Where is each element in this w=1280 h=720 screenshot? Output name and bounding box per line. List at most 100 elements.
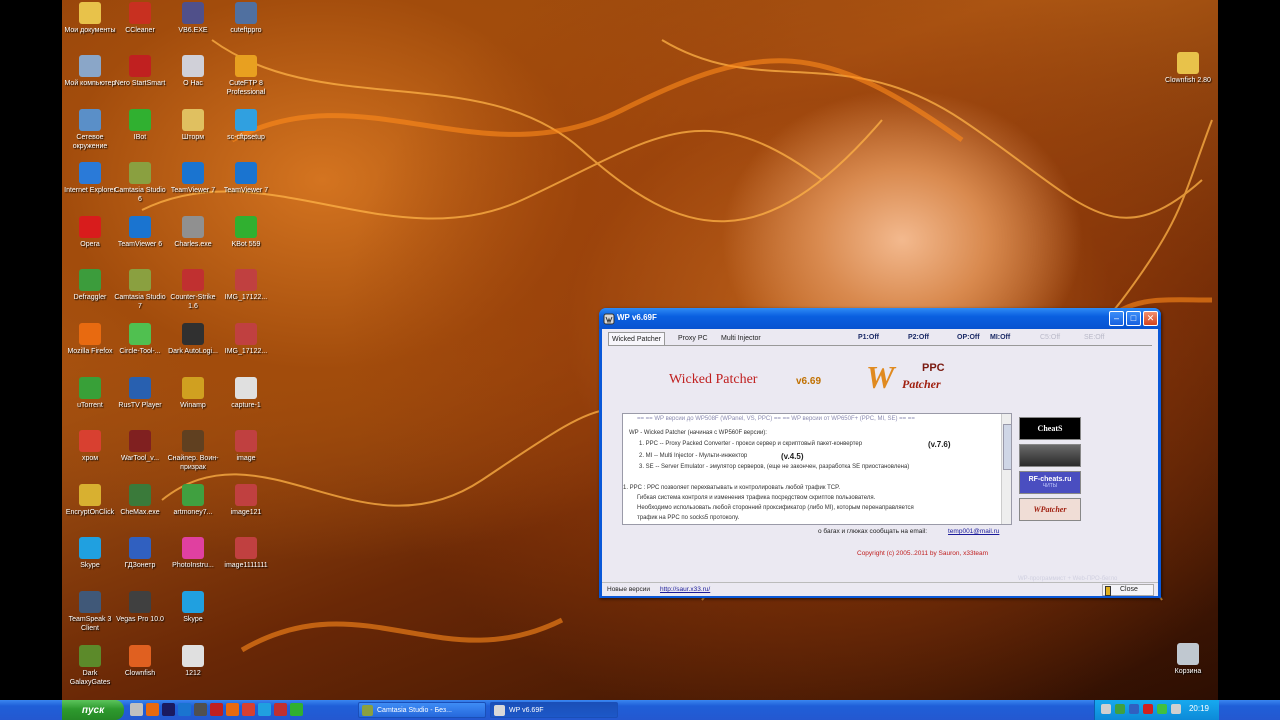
desktop-icon[interactable]: CheMax.exe — [112, 484, 168, 517]
desktop-icon[interactable]: Clownfish 2.80 — [1160, 52, 1216, 85]
desktop-icon[interactable]: Skype — [165, 591, 221, 624]
tab-proxy-pc[interactable]: Proxy PC — [675, 332, 711, 345]
desktop-icon[interactable]: Dark GalaxyGates — [62, 645, 118, 687]
desktop-icon[interactable]: 1212 — [165, 645, 221, 678]
desktop-icon[interactable]: image121 — [218, 484, 274, 517]
desktop-icon[interactable]: хром — [62, 430, 118, 463]
teamspeak-icon — [79, 591, 101, 613]
desktop-icon[interactable]: Dark AutoLogi... — [165, 323, 221, 356]
desktop-icon[interactable]: Mozilla Firefox — [62, 323, 118, 356]
start-button[interactable]: пуск — [62, 700, 124, 720]
skype-icon[interactable] — [258, 703, 271, 716]
scroll-thumb[interactable] — [1003, 424, 1011, 470]
dark-banner[interactable] — [1019, 444, 1081, 467]
firefox-icon[interactable] — [146, 703, 159, 716]
desktop-icon[interactable]: Circle-Tool-... — [112, 323, 168, 356]
tray-icon[interactable] — [1101, 704, 1111, 714]
volume-icon[interactable] — [1171, 704, 1181, 714]
desktop-icon[interactable]: image — [218, 430, 274, 463]
desktop-icon[interactable]: Мой компьютер — [62, 55, 118, 88]
desktop-icon[interactable]: CCleaner — [112, 2, 168, 35]
desktop-icon[interactable]: Internet Explorer — [62, 162, 118, 195]
window-titlebar[interactable]: WP v6.69F – □ ✕ — [599, 308, 1161, 329]
chrome-icon[interactable] — [242, 703, 255, 716]
desktop-icon-label: Opera — [80, 241, 100, 248]
desktop-icon[interactable]: Opera — [62, 216, 118, 249]
tray-icon[interactable] — [1157, 704, 1167, 714]
camtasia-icon — [129, 162, 151, 184]
tray-icon[interactable] — [1129, 704, 1139, 714]
show-desktop-icon[interactable] — [130, 703, 143, 716]
desktop-icon-label: TeamViewer 6 — [117, 241, 163, 248]
wp-ppc-logo: W PPC Patcher — [866, 359, 945, 395]
desktop-icon[interactable]: Мои документы — [62, 2, 118, 35]
tray-icon[interactable] — [1143, 704, 1153, 714]
desktop-icon[interactable]: IMG_17122... — [218, 323, 274, 356]
desktop-icon[interactable]: RusTV Player — [112, 377, 168, 410]
desktop-icon[interactable]: Снайпер. Воин-призрак — [165, 430, 221, 472]
desktop-icon[interactable]: uTorrent — [62, 377, 118, 410]
taskbar-button-wp[interactable]: WP v6.69F — [490, 702, 618, 718]
circle-icon — [129, 323, 151, 345]
vb-icon — [182, 2, 204, 24]
desktop-icon[interactable]: IMG_17122... — [218, 269, 274, 302]
firefox-icon[interactable] — [226, 703, 239, 716]
tab-wicked-patcher[interactable]: Wicked Patcher — [608, 332, 666, 346]
desktop-icon[interactable]: Charles.exe — [165, 216, 221, 249]
desktop-icon[interactable]: Camtasia Studio 7 — [112, 269, 168, 311]
desktop-icon[interactable]: Skype — [62, 537, 118, 570]
desktop-icon[interactable]: sc-cftpsetup — [218, 109, 274, 142]
wp-icon — [494, 705, 505, 716]
cheats-banner[interactable]: CheatS — [1019, 417, 1081, 440]
desktop-icon[interactable]: IBot — [112, 109, 168, 142]
desktop-icon[interactable]: artmoney7... — [165, 484, 221, 517]
new-versions-link[interactable]: http://saur.x33.ru/ — [660, 586, 710, 593]
tray-icon[interactable] — [1115, 704, 1125, 714]
desktop-icon[interactable]: CuteFTP 8 Professional — [218, 55, 274, 97]
desktop-icon[interactable]: WarTool_v... — [112, 430, 168, 463]
desktop-icon[interactable]: capture-1 — [218, 377, 274, 410]
teamviewer-icon[interactable] — [178, 703, 191, 716]
info-textbox[interactable]: == == WP версии до WP508F (WPanel, VS, P… — [622, 413, 1012, 525]
desktop-icon[interactable]: VB6.EXE — [165, 2, 221, 35]
desktop-icon[interactable]: TeamViewer 6 — [112, 216, 168, 249]
desktop-icon[interactable]: Clownfish — [112, 645, 168, 678]
app-icon[interactable] — [162, 703, 175, 716]
desktop-icon[interactable]: TeamViewer 7 — [165, 162, 221, 195]
desktop-icon[interactable]: Сетевое окружение — [62, 109, 118, 151]
desktop-icon[interactable]: TeamViewer 7 — [218, 162, 274, 195]
desktop-icon[interactable]: О Нас — [165, 55, 221, 88]
close-app-button[interactable]: Close — [1102, 584, 1154, 596]
desktop-icon[interactable]: PhotoInstru... — [165, 537, 221, 570]
desktop-icon[interactable]: ГДЗонетр — [112, 537, 168, 570]
desktop-icon-label: Circle-Tool-... — [119, 348, 161, 355]
rf-cheats-banner[interactable]: RF-cheats.ru ЧИТЫ — [1019, 471, 1081, 494]
desktop-icon[interactable]: KBot 559 — [218, 216, 274, 249]
desktop-icon[interactable]: TeamSpeak 3 Client — [62, 591, 118, 633]
desktop-icon[interactable]: Camtasia Studio 6 — [112, 162, 168, 204]
taskbar-button-camtasia[interactable]: Camtasia Studio - Без... — [358, 702, 486, 718]
close-window-button[interactable]: ✕ — [1143, 311, 1158, 326]
info-scrollbar[interactable] — [1001, 414, 1011, 524]
desktop-icon[interactable]: Корзина — [1160, 643, 1216, 676]
contact-email-link[interactable]: temp001@mail.ru — [948, 528, 999, 535]
tab-multi-injector[interactable]: Multi Injector — [718, 332, 764, 345]
maximize-button[interactable]: □ — [1126, 311, 1141, 326]
desktop-icon-label: CCleaner — [125, 27, 155, 34]
app-icon[interactable] — [274, 703, 287, 716]
desktop-icon[interactable]: Defraggler — [62, 269, 118, 302]
desktop-icon[interactable]: image1111111 — [218, 537, 274, 570]
opera-icon[interactable] — [210, 703, 223, 716]
desktop-icon[interactable]: cuteftppro — [218, 2, 274, 35]
desktop-icon[interactable]: Vegas Pro 10.0 — [112, 591, 168, 624]
desktop-icon[interactable]: Winamp — [165, 377, 221, 410]
minimize-button[interactable]: – — [1109, 311, 1124, 326]
wpatcher-banner[interactable]: WPatcher — [1019, 498, 1081, 521]
window-title: WP v6.69F — [617, 313, 657, 322]
desktop-icon[interactable]: Counter-Strike 1.6 — [165, 269, 221, 311]
app-icon[interactable] — [290, 703, 303, 716]
app-icon[interactable] — [194, 703, 207, 716]
desktop-icon[interactable]: Nero StartSmart — [112, 55, 168, 88]
desktop-icon[interactable]: Шторм — [165, 109, 221, 142]
desktop-icon[interactable]: EncryptOnClick — [62, 484, 118, 517]
